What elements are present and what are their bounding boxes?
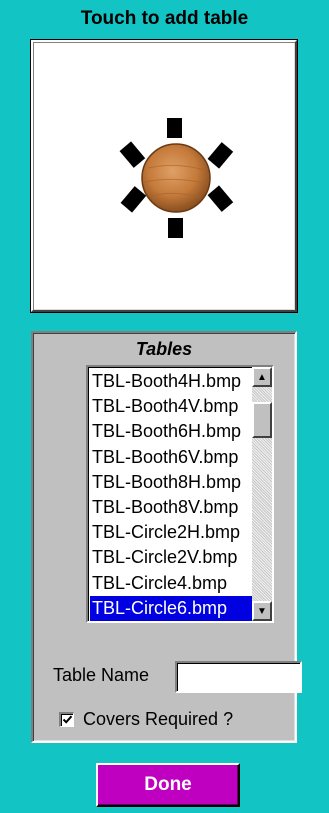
- tables-panel: Tables TBL-Booth4H.bmp TBL-Booth4V.bmp TBL…: [31, 331, 302, 743]
- list-item[interactable]: TBL-Booth4H.bmp: [90, 369, 254, 394]
- list-item[interactable]: TBL-Booth6H.bmp: [90, 419, 254, 444]
- covers-required-label: Covers Required ?: [83, 708, 234, 729]
- tables-scrollbar[interactable]: ▲ ▼: [252, 367, 272, 621]
- scroll-up-button[interactable]: ▲: [252, 367, 272, 387]
- tables-listbox[interactable]: TBL-Booth4H.bmp TBL-Booth4V.bmp TBL-Booth6…: [86, 365, 274, 623]
- covers-required-checkbox[interactable]: [59, 711, 74, 727]
- table-preview[interactable]: [31, 40, 297, 312]
- scroll-down-button[interactable]: ▼: [252, 601, 272, 621]
- list-item[interactable]: TBL-Circle2V.bmp: [90, 545, 254, 570]
- done-button[interactable]: Done: [96, 763, 240, 807]
- list-item[interactable]: TBL-Circle6.bmp: [90, 595, 254, 621]
- triangle-up-icon: ▲: [257, 371, 267, 383]
- list-item[interactable]: TBL-Booth4V.bmp: [90, 394, 254, 419]
- table-name-input[interactable]: [175, 661, 302, 693]
- triangle-down-icon: ▼: [257, 605, 267, 617]
- list-item[interactable]: TBL-Booth8V.bmp: [90, 495, 254, 520]
- tables-list: TBL-Booth4H.bmp TBL-Booth4V.bmp TBL-Booth6…: [90, 369, 254, 621]
- round-table-6-seats-icon: [119, 118, 234, 238]
- checkmark-icon: [62, 715, 72, 724]
- scroll-thumb[interactable]: [252, 402, 272, 438]
- list-item[interactable]: TBL-Booth8H.bmp: [90, 470, 254, 495]
- list-item[interactable]: TBL-Circle2H.bmp: [90, 520, 254, 545]
- covers-required-toggle[interactable]: Covers Required ?: [59, 709, 233, 729]
- list-item[interactable]: TBL-Booth6V.bmp: [90, 445, 254, 470]
- add-table-window: Touch to add table Tables TBL-Booth4H.bm…: [0, 0, 329, 813]
- tables-panel-title: Tables: [135, 339, 193, 359]
- header-title: Touch to add table: [80, 8, 249, 29]
- list-item[interactable]: TBL-Circle4.bmp: [90, 571, 254, 596]
- table-name-label: Table Name: [53, 665, 150, 685]
